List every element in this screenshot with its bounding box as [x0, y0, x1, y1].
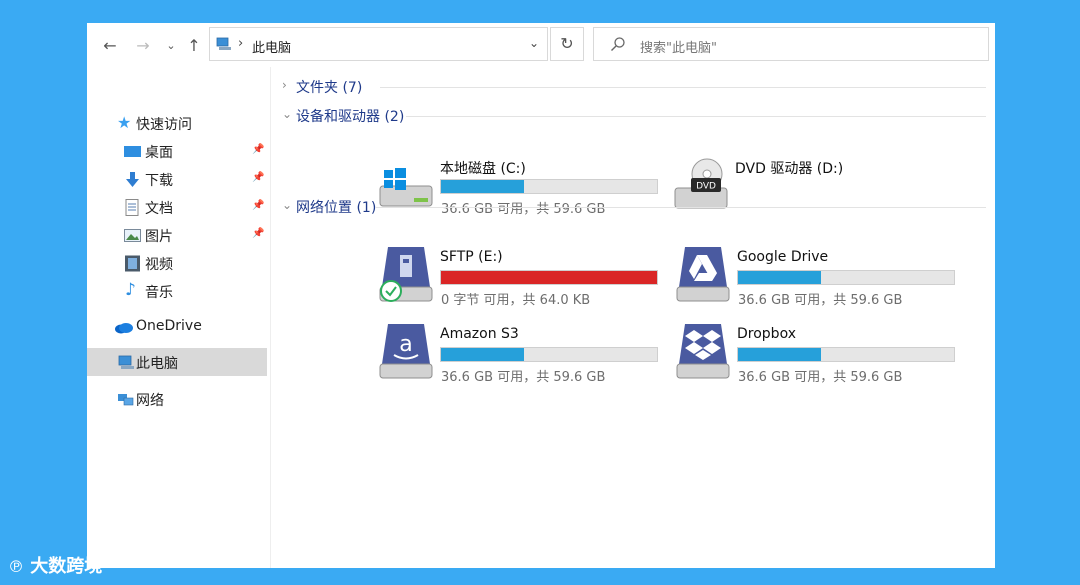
refresh-icon: ↻ [560, 34, 574, 53]
sidebar-item-label: 图片 [145, 229, 173, 245]
network-icon [118, 394, 134, 406]
sidebar-item-documents[interactable]: 文档 📌 [87, 193, 267, 221]
cloud-icon [115, 323, 133, 334]
sidebar-item-downloads[interactable]: 下载 📌 [87, 165, 267, 193]
drive-name: Amazon S3 [440, 326, 519, 342]
chevron-down-icon: ⌄ [282, 198, 293, 212]
section-title: 网络位置 (1) [296, 200, 377, 216]
sftp-drive-icon [379, 247, 433, 302]
svg-text:DVD: DVD [696, 182, 716, 192]
star-icon: ★ [117, 113, 132, 132]
download-icon [126, 172, 139, 187]
pin-icon: 📌 [252, 144, 265, 155]
sidebar-item-label: 文档 [145, 201, 173, 217]
sidebar-item-this-pc[interactable]: 此电脑 [87, 348, 267, 376]
network-item-dropbox[interactable]: Dropbox 36.6 GB 可用，共 59.6 GB [675, 324, 975, 394]
drive-usage-bar [440, 347, 658, 362]
arrow-right-icon: → [136, 36, 150, 55]
sidebar-item-videos[interactable]: 视频 [87, 249, 267, 277]
back-button[interactable]: ← [99, 35, 121, 57]
drive-name: Dropbox [737, 326, 796, 342]
drive-size-text: 36.6 GB 可用，共 59.6 GB [738, 293, 903, 308]
section-title: 文件夹 (7) [296, 80, 363, 96]
sidebar-item-label: 视频 [145, 257, 173, 273]
section-network-header[interactable]: ⌄ 网络位置 (1) [282, 196, 992, 218]
network-item-amazon-s3[interactable]: a Amazon S3 36.6 GB 可用，共 59.6 GB [378, 324, 678, 394]
sidebar-item-quick-access[interactable]: ★ 快速访问 [87, 109, 267, 137]
drive-size-text: 36.6 GB 可用，共 59.6 GB [738, 370, 903, 385]
section-title: 设备和驱动器 (2) [296, 109, 405, 125]
toolbar: ← → ⌄ ↑ › 此电脑 ⌄ ↻ 搜索"此电脑" [87, 23, 995, 67]
pin-icon: 📌 [252, 228, 265, 239]
google-drive-icon [676, 247, 730, 302]
address-dropdown-icon[interactable]: ⌄ [529, 36, 539, 50]
section-divider [376, 207, 986, 208]
sidebar-item-label: 音乐 [145, 285, 173, 301]
arrow-left-icon: ← [103, 36, 117, 55]
sidebar-item-label: OneDrive [136, 318, 202, 334]
breadcrumb-this-pc[interactable]: 此电脑 [252, 37, 291, 56]
sidebar-item-network[interactable]: 网络 [87, 385, 267, 413]
pin-icon: 📌 [252, 200, 265, 211]
music-icon: ♪ [125, 280, 136, 300]
drive-size-text: 0 字节 可用，共 64.0 KB [441, 293, 591, 308]
sidebar-item-onedrive[interactable]: OneDrive [87, 313, 267, 341]
drive-size-text: 36.6 GB 可用，共 59.6 GB [441, 370, 606, 385]
watermark-logo: ℗ 大数跨境 [8, 552, 102, 578]
document-icon [125, 199, 139, 216]
network-item-google-drive[interactable]: Google Drive 36.6 GB 可用，共 59.6 GB [675, 247, 975, 317]
sidebar-item-label: 下载 [145, 173, 173, 189]
video-icon [125, 255, 140, 272]
desktop-icon [124, 146, 141, 157]
network-item-sftp[interactable]: SFTP (E:) 0 字节 可用，共 64.0 KB [378, 247, 678, 317]
section-divider [406, 116, 986, 117]
section-devices-header[interactable]: ⌄ 设备和驱动器 (2) [282, 105, 992, 127]
pin-icon: 📌 [252, 172, 265, 183]
search-placeholder[interactable]: 搜索"此电脑" [640, 37, 717, 56]
sidebar-item-music[interactable]: ♪ 音乐 [87, 277, 267, 305]
refresh-button[interactable]: ↻ [550, 27, 584, 61]
recent-locations-button[interactable]: ⌄ [160, 35, 182, 57]
navigation-pane: ★ 快速访问 桌面 📌 下载 📌 文档 📌 图片 📌 视频 ♪ 音乐 OneDr… [87, 67, 271, 568]
amazon-s3-icon: a [379, 324, 433, 379]
search-icon [611, 37, 625, 51]
sidebar-item-label: 网络 [136, 393, 164, 409]
section-divider [380, 87, 986, 88]
drive-name: Google Drive [737, 249, 829, 265]
arrow-up-icon: ↑ [187, 36, 201, 55]
this-pc-icon [216, 37, 231, 50]
drive-usage-bar [737, 270, 955, 285]
drive-name: 本地磁盘 (C:) [440, 161, 526, 177]
sidebar-item-label: 桌面 [145, 145, 173, 161]
address-bar[interactable]: › 此电脑 ⌄ [209, 27, 548, 61]
drive-usage-bar [737, 347, 955, 362]
sidebar-item-pictures[interactable]: 图片 📌 [87, 221, 267, 249]
pictures-icon [124, 229, 141, 242]
breadcrumb-separator: › [238, 36, 244, 51]
chevron-down-icon: ⌄ [166, 39, 176, 52]
section-folders-header[interactable]: › 文件夹 (7) [282, 76, 992, 98]
dropbox-icon [676, 324, 730, 379]
watermark-text: 大数跨境 [30, 556, 103, 577]
sidebar-item-label: 快速访问 [136, 117, 192, 133]
content-pane: › 文件夹 (7) ⌄ 设备和驱动器 (2) 本地磁盘 (C:) 36.6 GB… [270, 67, 995, 568]
up-button[interactable]: ↑ [183, 35, 205, 57]
forward-button[interactable]: → [132, 35, 154, 57]
this-pc-icon [118, 355, 134, 369]
chevron-right-icon: › [282, 78, 287, 92]
drive-name: SFTP (E:) [440, 249, 503, 265]
search-box[interactable]: 搜索"此电脑" [593, 27, 989, 61]
file-explorer-window: ← → ⌄ ↑ › 此电脑 ⌄ ↻ 搜索"此电脑" ★ 快速访问 桌面 📌 下载… [87, 23, 995, 568]
sidebar-item-label: 此电脑 [136, 356, 178, 372]
sidebar-item-desktop[interactable]: 桌面 📌 [87, 137, 267, 165]
drive-name: DVD 驱动器 (D:) [735, 161, 844, 177]
chevron-down-icon: ⌄ [282, 107, 293, 121]
svg-text:a: a [399, 332, 412, 357]
drive-usage-bar [440, 270, 658, 285]
logo-icon: ℗ [8, 557, 24, 576]
drive-usage-bar [440, 179, 658, 194]
